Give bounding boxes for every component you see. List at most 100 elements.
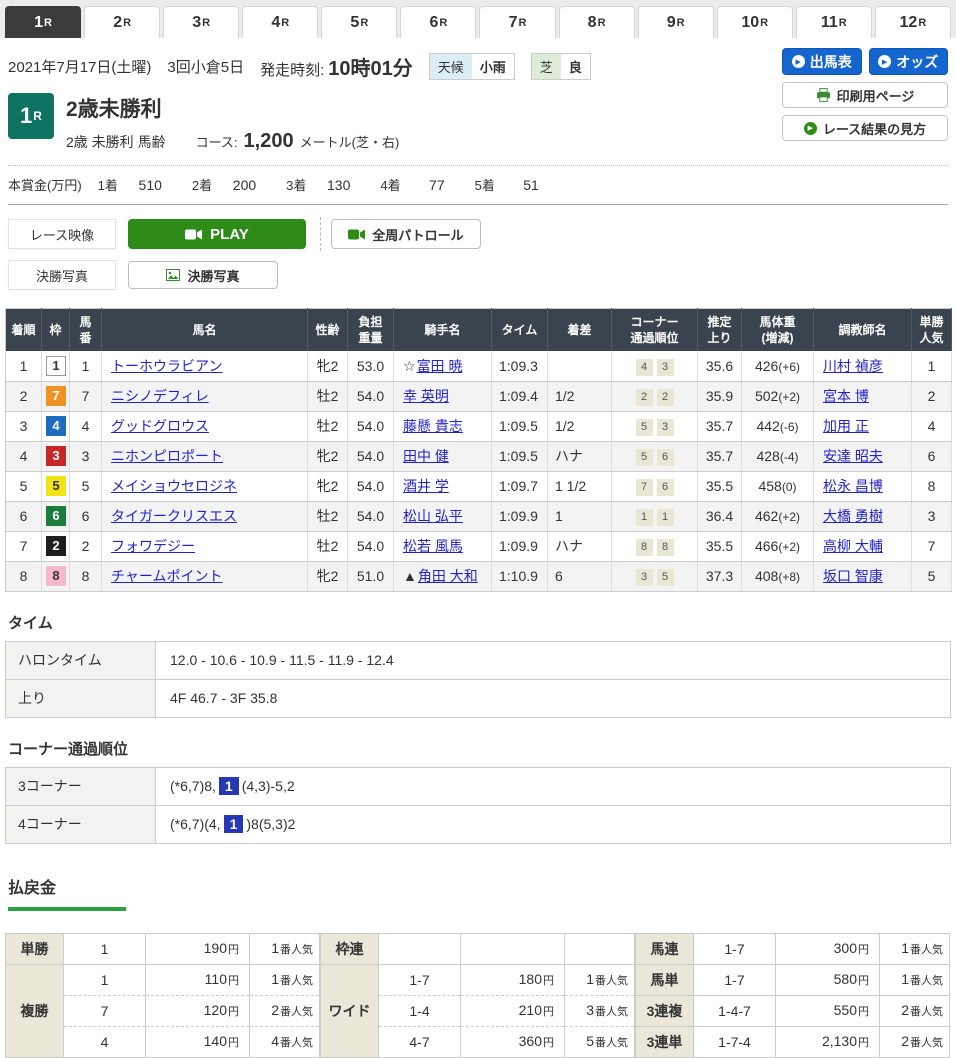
payout-table: 単勝1190円1番人気複勝1110円1番人気7120円2番人気4140円4番人気	[5, 933, 320, 1058]
jockey-link[interactable]: 富田 暁	[417, 358, 463, 374]
finish-time: 1:09.7	[492, 471, 548, 501]
horse-number: 5	[70, 471, 102, 501]
last-3f: 35.5	[698, 471, 742, 501]
margin: 1/2	[548, 381, 612, 411]
corner-order-text: (*6,7)(4,1)8(5,3)2	[156, 805, 951, 843]
win-popularity: 3	[912, 501, 952, 531]
arrow-circle-icon: ▶	[804, 122, 817, 135]
last-3f: 35.7	[698, 411, 742, 441]
trainer-link[interactable]: 高柳 大輔	[823, 538, 883, 554]
horse-name-cell: チャームポイント	[102, 561, 308, 591]
jockey-link[interactable]: 松山 弘平	[403, 508, 463, 524]
race-tab-9R[interactable]: 9R	[638, 6, 714, 38]
yen-suffix: 円	[858, 1006, 869, 1018]
body-weight-diff: (+2)	[778, 390, 800, 404]
race-tab-10R[interactable]: 10R	[717, 6, 793, 38]
play-button[interactable]: PLAY	[128, 219, 306, 249]
trainer-link[interactable]: 宮本 博	[823, 388, 869, 404]
horse-name-link[interactable]: グッドグロウス	[111, 418, 209, 434]
payout-type-label: 3連複	[636, 995, 694, 1026]
result-row: 888チャームポイント牝251.0▲角田 大和1:10.963537.3408(…	[6, 561, 952, 591]
payout-popularity	[565, 933, 635, 964]
race-tab-12R[interactable]: 12R	[875, 6, 951, 38]
horse-name-link[interactable]: メイショウセロジネ	[111, 478, 237, 494]
trainer-link[interactable]: 大橋 勇樹	[823, 508, 883, 524]
win-popularity: 8	[912, 471, 952, 501]
jockey-link[interactable]: 田中 健	[403, 448, 449, 464]
jockey-link[interactable]: 酒井 学	[403, 478, 449, 494]
tab-suffix: R	[918, 17, 926, 29]
frame-badge: 7	[46, 386, 66, 406]
horse-name-link[interactable]: タイガークリスエス	[111, 508, 237, 524]
patrol-button[interactable]: 全周パトロール	[331, 219, 481, 249]
tab-suffix: R	[202, 17, 210, 29]
print-button[interactable]: 印刷用ページ	[782, 82, 948, 108]
trainer-link[interactable]: 松永 昌博	[823, 478, 883, 494]
trainer-link[interactable]: 加用 正	[823, 418, 869, 434]
race-tab-2R[interactable]: 2R	[84, 6, 160, 38]
trainer-link[interactable]: 安達 昭夫	[823, 448, 883, 464]
popularity-suffix: 番人気	[280, 1006, 313, 1018]
corner-passing: 56	[612, 441, 698, 471]
odds-button[interactable]: ▶ オッズ	[869, 48, 949, 75]
race-tab-6R[interactable]: 6R	[400, 6, 476, 38]
corner-pass-box: 5	[636, 419, 653, 436]
patrol-button-label: 全周パトロール	[372, 225, 463, 244]
date-text: 2021年7月17日(土曜)	[8, 56, 151, 77]
course-unit: メートル(芝・右)	[300, 132, 400, 151]
column-header: 単勝 人気	[912, 309, 952, 352]
time-row: 上り4F 46.7 - 3F 35.8	[6, 679, 951, 717]
payout-combination: 4	[64, 1026, 146, 1057]
prize-amount: 51	[509, 177, 539, 193]
jockey-link[interactable]: 角田 大和	[418, 568, 478, 584]
tab-number: 5	[350, 14, 359, 32]
jockey-link[interactable]: 松若 風馬	[403, 538, 463, 554]
horse-name-link[interactable]: ニホンピロポート	[111, 448, 223, 464]
payout-popularity: 1番人気	[880, 964, 950, 995]
payout-popularity: 2番人気	[880, 1026, 950, 1057]
horse-name-link[interactable]: トーホウラビアン	[111, 358, 222, 374]
finish-position: 3	[6, 411, 42, 441]
race-tab-8R[interactable]: 8R	[559, 6, 635, 38]
prize-amount: 130	[320, 177, 350, 193]
body-weight: 458(0)	[742, 471, 814, 501]
prize-rank: 5着	[475, 175, 495, 194]
horse-name-link[interactable]: ニシノデフィレ	[111, 388, 209, 404]
jockey-link[interactable]: 藤懸 貴志	[403, 418, 463, 434]
race-tab-4R[interactable]: 4R	[242, 6, 318, 38]
jockey-cell: 松山 弘平	[394, 501, 492, 531]
photo-button[interactable]: 決勝写真	[128, 261, 278, 289]
frame-cell: 6	[42, 501, 70, 531]
finish-time: 1:09.5	[492, 411, 548, 441]
trainer-cell: 加用 正	[814, 411, 912, 441]
guide-button[interactable]: ▶ レース結果の見方	[782, 115, 948, 141]
load-weight: 54.0	[348, 471, 394, 501]
body-weight-diff: (-4)	[780, 450, 799, 464]
race-tab-7R[interactable]: 7R	[479, 6, 555, 38]
horse-name-link[interactable]: チャームポイント	[111, 568, 222, 584]
horse-number: 2	[70, 531, 102, 561]
trainer-link[interactable]: 川村 禎彦	[823, 358, 883, 374]
race-tab-3R[interactable]: 3R	[163, 6, 239, 38]
entries-button[interactable]: ▶ 出馬表	[782, 48, 862, 75]
results-table: 着順枠馬 番馬名性齢負担 重量騎手名タイム着差コーナー 通過順位推定 上り馬体重…	[5, 308, 952, 592]
frame-badge: 5	[46, 476, 66, 496]
horse-name-cell: ニホンピロポート	[102, 441, 308, 471]
race-tab-11R[interactable]: 11R	[796, 6, 872, 38]
trainer-link[interactable]: 坂口 智康	[823, 568, 883, 584]
prize-row: 本賞金(万円) 1着5102着2003着1304着775着51	[8, 166, 948, 205]
tab-suffix: R	[44, 17, 52, 29]
tab-number: 11	[821, 14, 838, 32]
frame-cell: 7	[42, 381, 70, 411]
horse-name-link[interactable]: フォワデジー	[111, 538, 195, 554]
race-tab-5R[interactable]: 5R	[321, 6, 397, 38]
trainer-cell: 坂口 智康	[814, 561, 912, 591]
payout-type-label: 複勝	[6, 964, 64, 1057]
tab-suffix: R	[598, 17, 606, 29]
horse-name-cell: ニシノデフィレ	[102, 381, 308, 411]
payout-combination: 1	[64, 933, 146, 964]
race-tab-1R[interactable]: 1R	[5, 6, 81, 38]
results-body: 111トーホウラビアン牝253.0☆富田 暁1:09.34335.6426(+6…	[6, 351, 952, 591]
tab-number: 9	[667, 14, 676, 32]
jockey-link[interactable]: 幸 英明	[403, 388, 449, 404]
